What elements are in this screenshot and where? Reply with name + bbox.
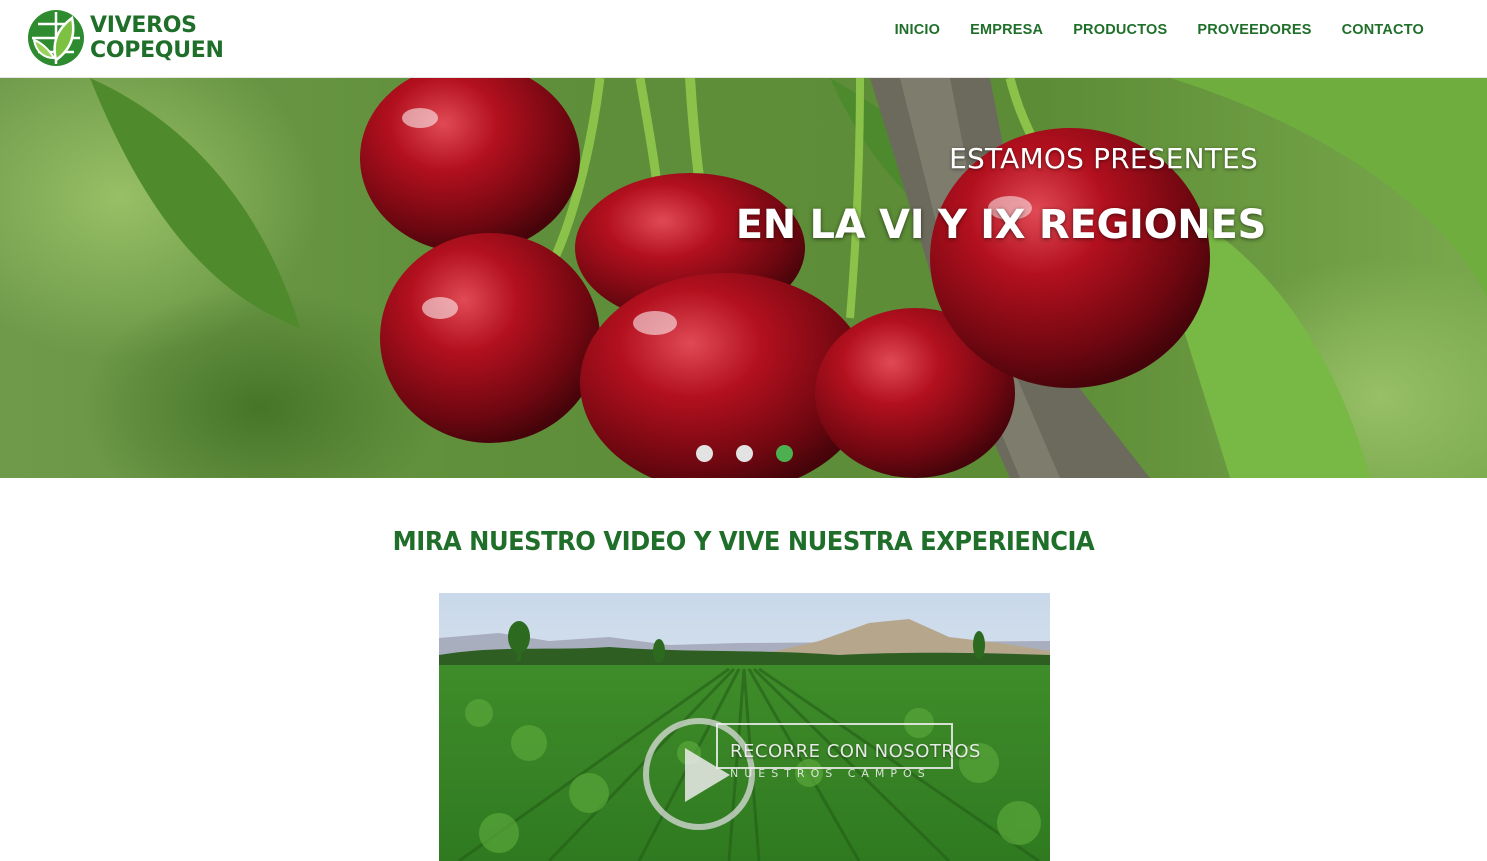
hero-cherries-image (0, 78, 1487, 478)
nav-item-contacto[interactable]: CONTACTO (1327, 20, 1439, 40)
slider-pagination (696, 445, 793, 462)
brand-name: VIVEROS COPEQUEN (90, 13, 224, 63)
video-caption-subtitle: NUESTROS CAMPOS (730, 767, 931, 780)
nav-item-empresa[interactable]: EMPRESA (955, 20, 1058, 40)
brand-line-2: COPEQUEN (90, 38, 224, 63)
video-caption-title: RECORRE CON NOSOTROS (730, 741, 981, 762)
slider-dot-3-active[interactable] (776, 445, 793, 462)
hero-slider: ESTAMOS PRESENTES EN LA VI Y IX REGIONES (0, 78, 1487, 478)
hero-subtitle: ESTAMOS PRESENTES (949, 142, 1258, 175)
site-header: VIVEROS COPEQUEN INICIO EMPRESA PRODUCTO… (0, 0, 1487, 78)
video-player-thumbnail[interactable]: RECORRE CON NOSOTROS NUESTROS CAMPOS (439, 593, 1050, 861)
brand-line-1: VIVEROS (90, 13, 197, 38)
brand-logo[interactable]: VIVEROS COPEQUEN (26, 8, 236, 70)
video-section-heading: MIRA NUESTRO VIDEO Y VIVE NUESTRA EXPERI… (392, 527, 1095, 557)
nav-item-inicio[interactable]: INICIO (880, 20, 956, 40)
hero-title: EN LA VI Y IX REGIONES (735, 202, 1267, 248)
nav-item-proveedores[interactable]: PROVEEDORES (1182, 20, 1326, 40)
main-nav: INICIO EMPRESA PRODUCTOS PROVEEDORES CON… (880, 20, 1439, 40)
nav-item-productos[interactable]: PRODUCTOS (1058, 20, 1182, 40)
slider-dot-2[interactable] (736, 445, 753, 462)
leaf-globe-logo-icon (28, 10, 84, 66)
slider-dot-1[interactable] (696, 445, 713, 462)
